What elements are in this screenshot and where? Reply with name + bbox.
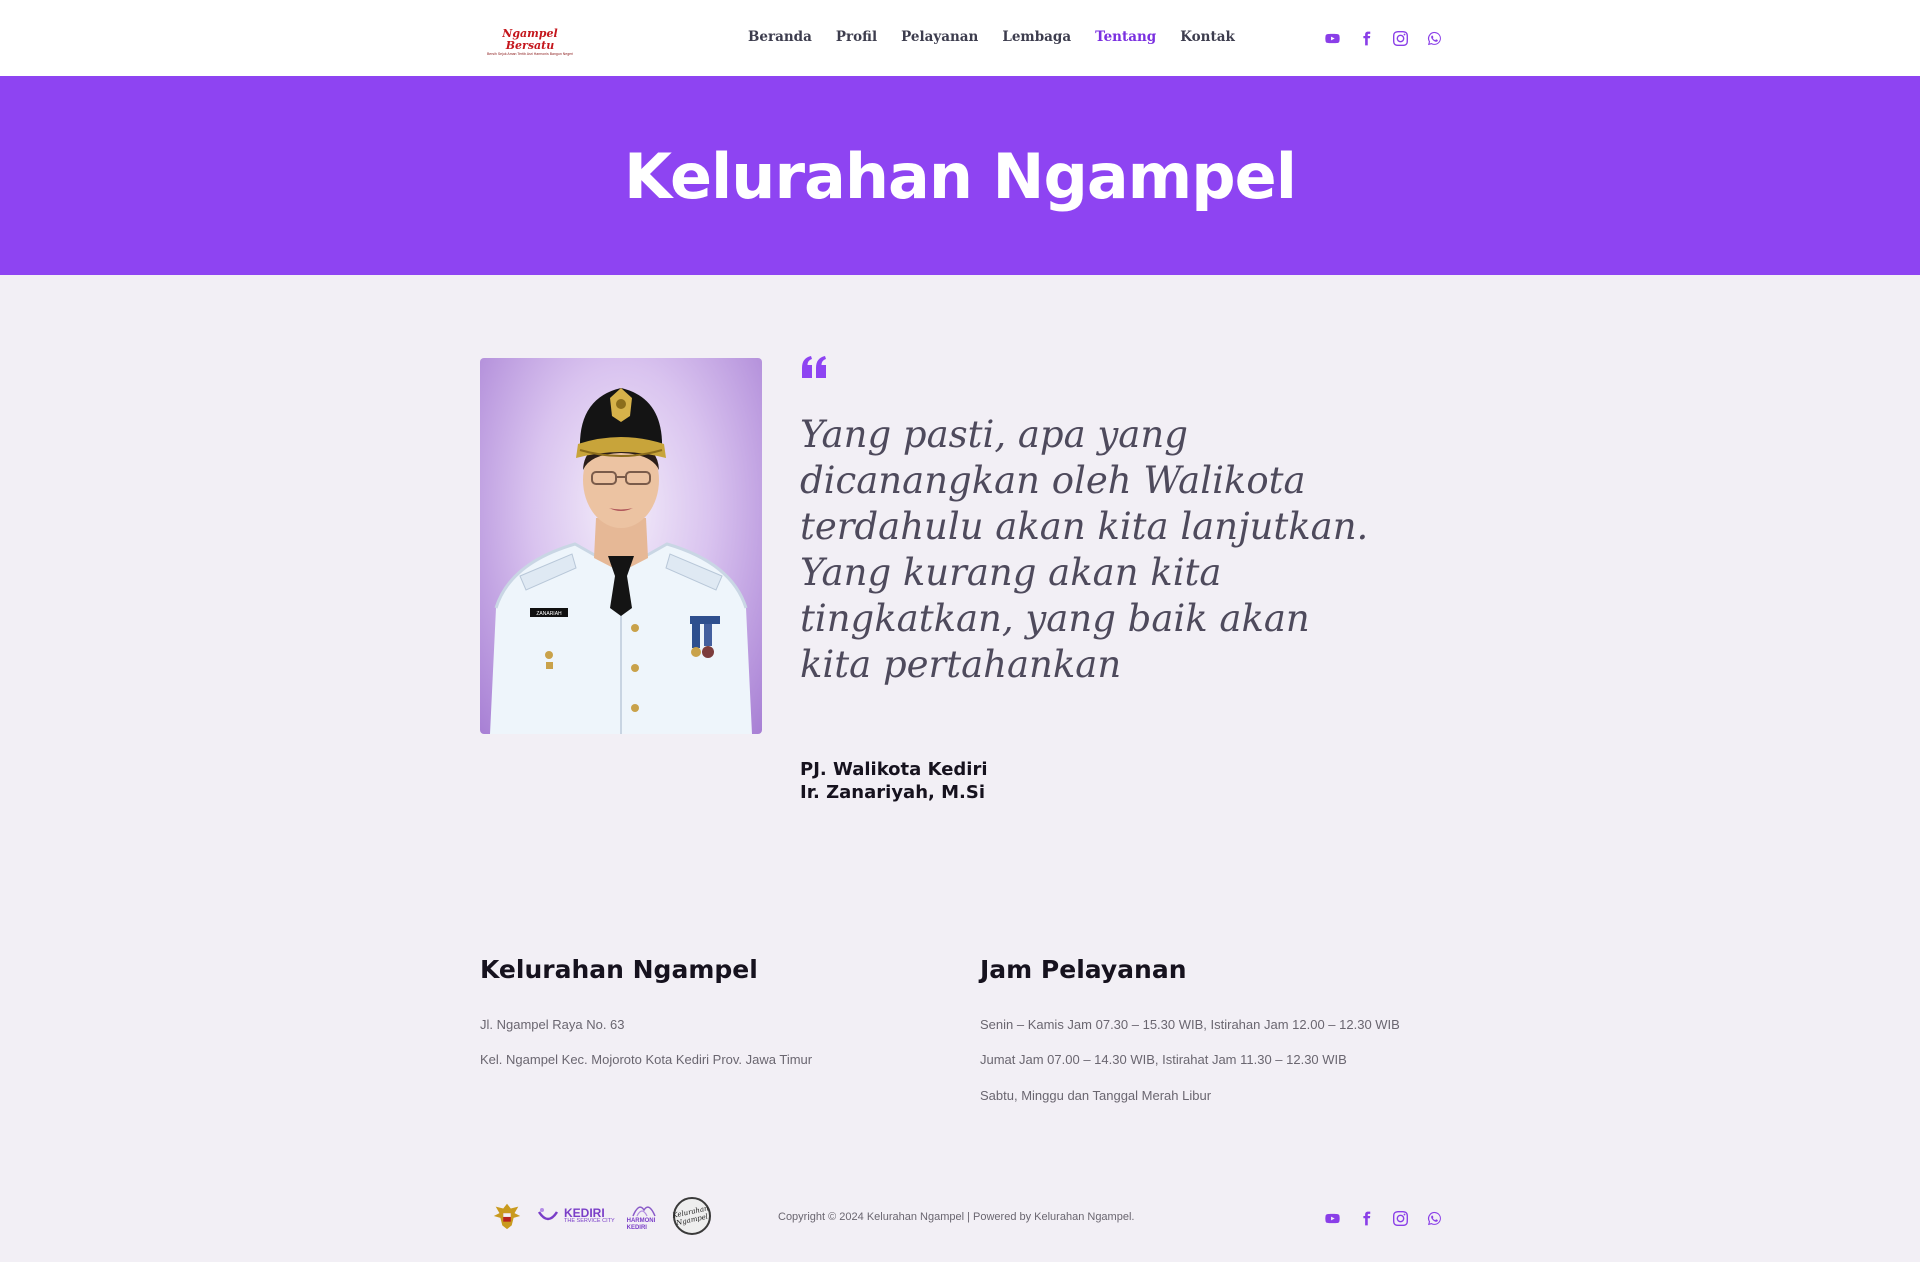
whatsapp-icon[interactable] [1426,1210,1442,1226]
site-logo[interactable]: Ngampel Bersatu Bersih Sejuk Aman Tertib… [480,27,580,57]
youtube-icon[interactable] [1324,1210,1340,1226]
nav-item-beranda[interactable]: Beranda [748,28,812,46]
author-name: Ir. Zanariyah, M.Si [800,782,986,803]
logo-title: Ngampel Bersatu [502,27,558,52]
main-nav: Beranda Profil Pelayanan Lembaga Tentang… [748,28,1259,46]
mayor-portrait: ZANARIAH [480,358,762,734]
quote-icon [800,356,826,382]
youtube-icon[interactable] [1324,30,1340,46]
hours-heading: Jam Pelayanan [980,955,1187,984]
mayor-quote: Yang pasti, apa yang dicanangkan oleh Wa… [800,413,1369,686]
nav-item-tentang[interactable]: Tentang [1095,28,1156,46]
instagram-icon[interactable] [1392,30,1408,46]
address-heading: Kelurahan Ngampel [480,955,758,984]
nav-item-lembaga[interactable]: Lembaga [1002,28,1071,46]
site-header: Ngampel Bersatu Bersih Sejuk Aman Tertib… [0,0,1920,76]
logo-tagline: Bersih Sejuk Aman Tertib Asri Harmonis B… [486,52,574,56]
facebook-icon[interactable] [1358,1210,1374,1226]
instagram-icon[interactable] [1392,1210,1408,1226]
hours-line: Jumat Jam 07.00 – 14.30 WIB, Istirahat J… [980,1052,1347,1067]
kediri-logo-sub: THE SERVICE CITY [564,1218,615,1225]
nav-item-profil[interactable]: Profil [836,28,877,46]
quote-attribution: PJ. Walikota Kediri Ir. Zanariyah, M.Si [800,758,988,804]
partner-logos: KEDIRI THE SERVICE CITY HARMONI KEDIRI K… [490,1194,711,1238]
name-tag: ZANARIAH [536,611,562,617]
garuda-emblem-icon [490,1199,524,1233]
footer-social-links [1324,1210,1442,1226]
hours-line: Senin – Kamis Jam 07.30 – 15.30 WIB, Ist… [980,1017,1400,1032]
hours-line: Sabtu, Minggu dan Tanggal Merah Libur [980,1088,1212,1103]
page-title: Kelurahan Ngampel [624,140,1297,213]
portrait-illustration: ZANARIAH [490,388,752,734]
author-title: PJ. Walikota Kediri [800,759,988,780]
address-line: Kel. Ngampel Kec. Mojoroto Kota Kediri P… [480,1052,813,1067]
seal-text: Kelurahan Ngampel [672,1204,710,1228]
nav-item-kontak[interactable]: Kontak [1180,28,1235,46]
address-line: Jl. Ngampel Raya No. 63 [480,1017,625,1032]
harmoni-kediri-logo: HARMONI KEDIRI [627,1200,661,1232]
whatsapp-icon[interactable] [1426,30,1442,46]
nav-item-pelayanan[interactable]: Pelayanan [901,28,978,46]
kediri-city-logo: KEDIRI THE SERVICE CITY [536,1206,615,1226]
header-social-links [1324,30,1442,46]
copyright-text: Copyright © 2024 Kelurahan Ngampel | Pow… [778,1211,1135,1223]
hero-banner: Kelurahan Ngampel [0,76,1920,275]
facebook-icon[interactable] [1358,30,1374,46]
harmoni-logo-text: HARMONI KEDIRI [626,1218,656,1231]
kelurahan-seal: Kelurahan Ngampel [672,1197,711,1235]
